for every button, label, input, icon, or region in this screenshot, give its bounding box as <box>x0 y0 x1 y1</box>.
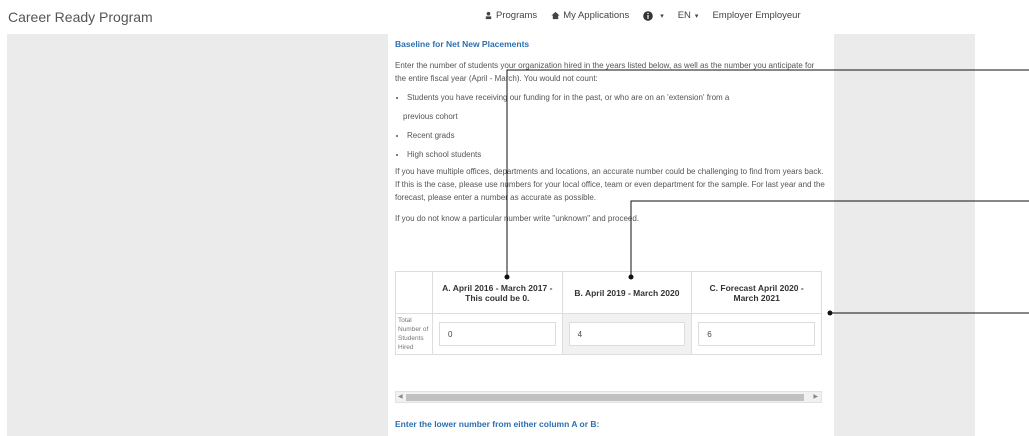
chevron-down-icon: ▾ <box>660 12 664 20</box>
list-item: Recent grads <box>407 129 825 142</box>
placements-table: A. April 2016 - March 2017 - This could … <box>395 271 822 355</box>
section-heading: Baseline for Net New Placements <box>395 39 530 49</box>
table-header-row: A. April 2016 - March 2017 - This could … <box>395 271 822 314</box>
lower-number-heading: Enter the lower number from either colum… <box>395 419 600 429</box>
navbar-menu: Programs My Applications ▾ EN ▾ Employer… <box>484 10 815 21</box>
unknown-text: If you do not know a particular number w… <box>395 214 640 223</box>
placements-table-wrapper: A. April 2016 - March 2017 - This could … <box>395 271 822 411</box>
list-item: Students you have receiving our funding … <box>407 91 825 104</box>
exclusion-list: Students you have receiving our funding … <box>395 91 825 104</box>
right-panel <box>834 34 975 436</box>
user-label: Employer Employeur <box>712 10 801 21</box>
chevron-down-icon: ▾ <box>694 12 699 20</box>
cell-b: 4 <box>561 313 693 355</box>
exclusion-list-2: Recent grads High school students <box>395 129 825 161</box>
table-row: Total Number of Students Hired 0 4 6 <box>395 313 822 355</box>
my-applications-label: My Applications <box>563 10 630 21</box>
column-header-c: C. Forecast April 2020 - March 2021 <box>691 271 822 314</box>
language-label: EN <box>677 10 691 21</box>
annotation-dot-3 <box>827 310 833 316</box>
cell-c: 6 <box>691 313 822 355</box>
main-content: Baseline for Net New Placements Enter th… <box>395 36 825 225</box>
row-label: Total Number of Students Hired <box>395 313 433 355</box>
list-item: High school students <box>407 148 825 161</box>
left-panel <box>7 34 388 436</box>
scroll-left-icon[interactable]: ◀ <box>398 392 403 403</box>
top-navbar: Career Ready Program Programs My Applica… <box>0 0 1029 34</box>
programs-label: Programs <box>496 10 538 21</box>
multiple-offices-text: If you have multiple offices, department… <box>395 167 825 202</box>
brand-title[interactable]: Career Ready Program <box>8 9 153 25</box>
students-hired-c-input[interactable]: 6 <box>698 322 815 346</box>
my-applications-link[interactable]: My Applications <box>551 10 629 21</box>
intro-text: Enter the number of students your organi… <box>395 61 815 83</box>
list-item-continuation: previous cohort <box>403 112 458 121</box>
programs-icon <box>485 11 492 20</box>
scroll-right-icon[interactable]: ▶ <box>813 392 818 403</box>
students-hired-a-input[interactable]: 0 <box>438 322 556 346</box>
info-icon <box>643 10 654 21</box>
user-menu[interactable]: Employer Employeur <box>712 10 800 21</box>
column-header-b: B. April 2019 - March 2020 <box>561 271 693 314</box>
programs-link[interactable]: Programs <box>484 10 537 21</box>
language-dropdown[interactable]: EN ▾ <box>678 10 699 21</box>
empty-header <box>395 271 433 314</box>
students-hired-b-input[interactable]: 4 <box>568 322 686 346</box>
cell-a: 0 <box>431 313 563 355</box>
column-header-a: A. April 2016 - March 2017 - This could … <box>431 271 563 314</box>
scroll-thumb[interactable] <box>406 394 804 401</box>
horizontal-scrollbar[interactable]: ◀ ▶ <box>395 391 822 403</box>
info-dropdown[interactable]: ▾ <box>643 10 664 21</box>
home-icon <box>551 11 560 20</box>
